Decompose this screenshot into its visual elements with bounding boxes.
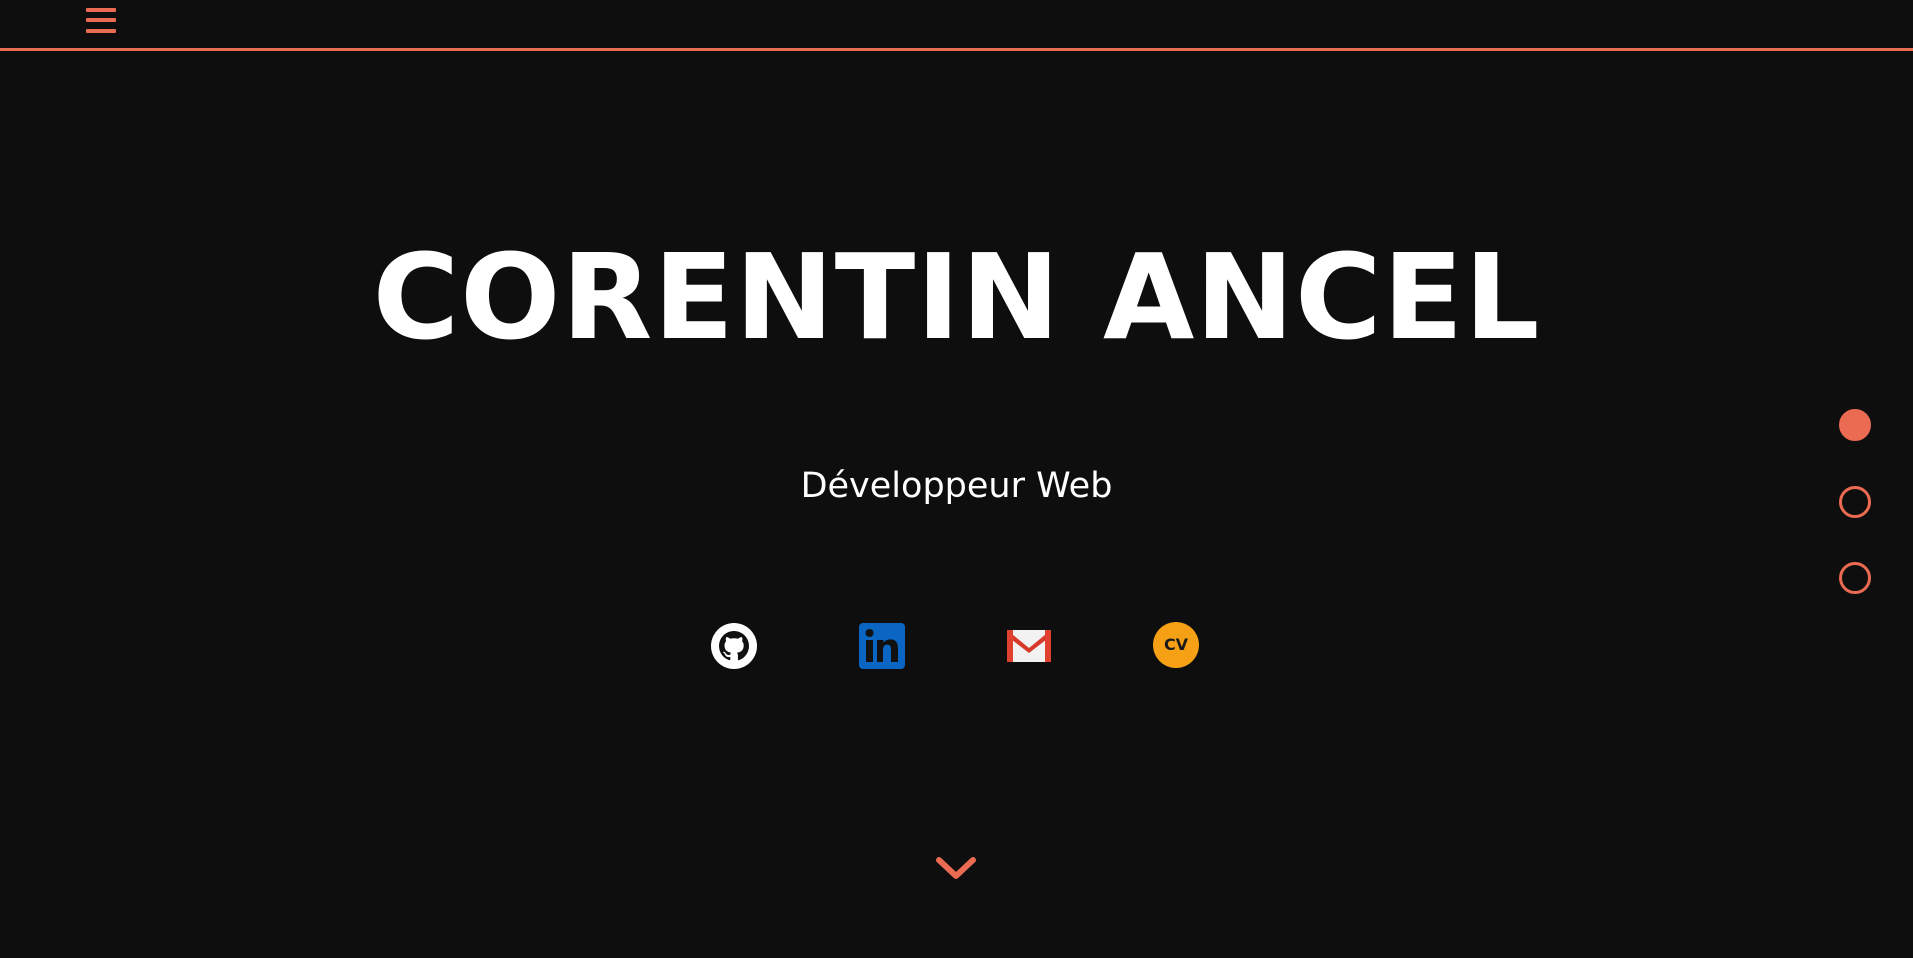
chevron-down-icon <box>936 857 976 879</box>
section-dot-2[interactable] <box>1839 486 1871 518</box>
cv-link[interactable]: CV <box>1153 622 1201 670</box>
menu-line <box>86 8 116 12</box>
top-bar <box>0 0 1913 51</box>
github-link[interactable] <box>710 622 758 670</box>
menu-line <box>86 18 116 22</box>
cv-icon: CV <box>1153 622 1199 668</box>
gmail-icon <box>1007 630 1051 662</box>
hamburger-menu-icon[interactable] <box>84 5 118 37</box>
section-dot-1[interactable] <box>1839 409 1871 441</box>
email-link[interactable] <box>1005 622 1053 670</box>
page: CORENTIN ANCEL Développeur Web CV <box>0 0 1913 958</box>
hero-subtitle: Développeur Web <box>800 466 1113 506</box>
hero-title: CORENTIN ANCEL <box>372 228 1541 366</box>
menu-line <box>86 29 116 33</box>
linkedin-icon <box>859 623 905 669</box>
scroll-down-button[interactable] <box>935 854 977 884</box>
section-dot-3[interactable] <box>1839 562 1871 594</box>
linkedin-link[interactable] <box>858 622 906 670</box>
github-icon <box>711 623 757 669</box>
